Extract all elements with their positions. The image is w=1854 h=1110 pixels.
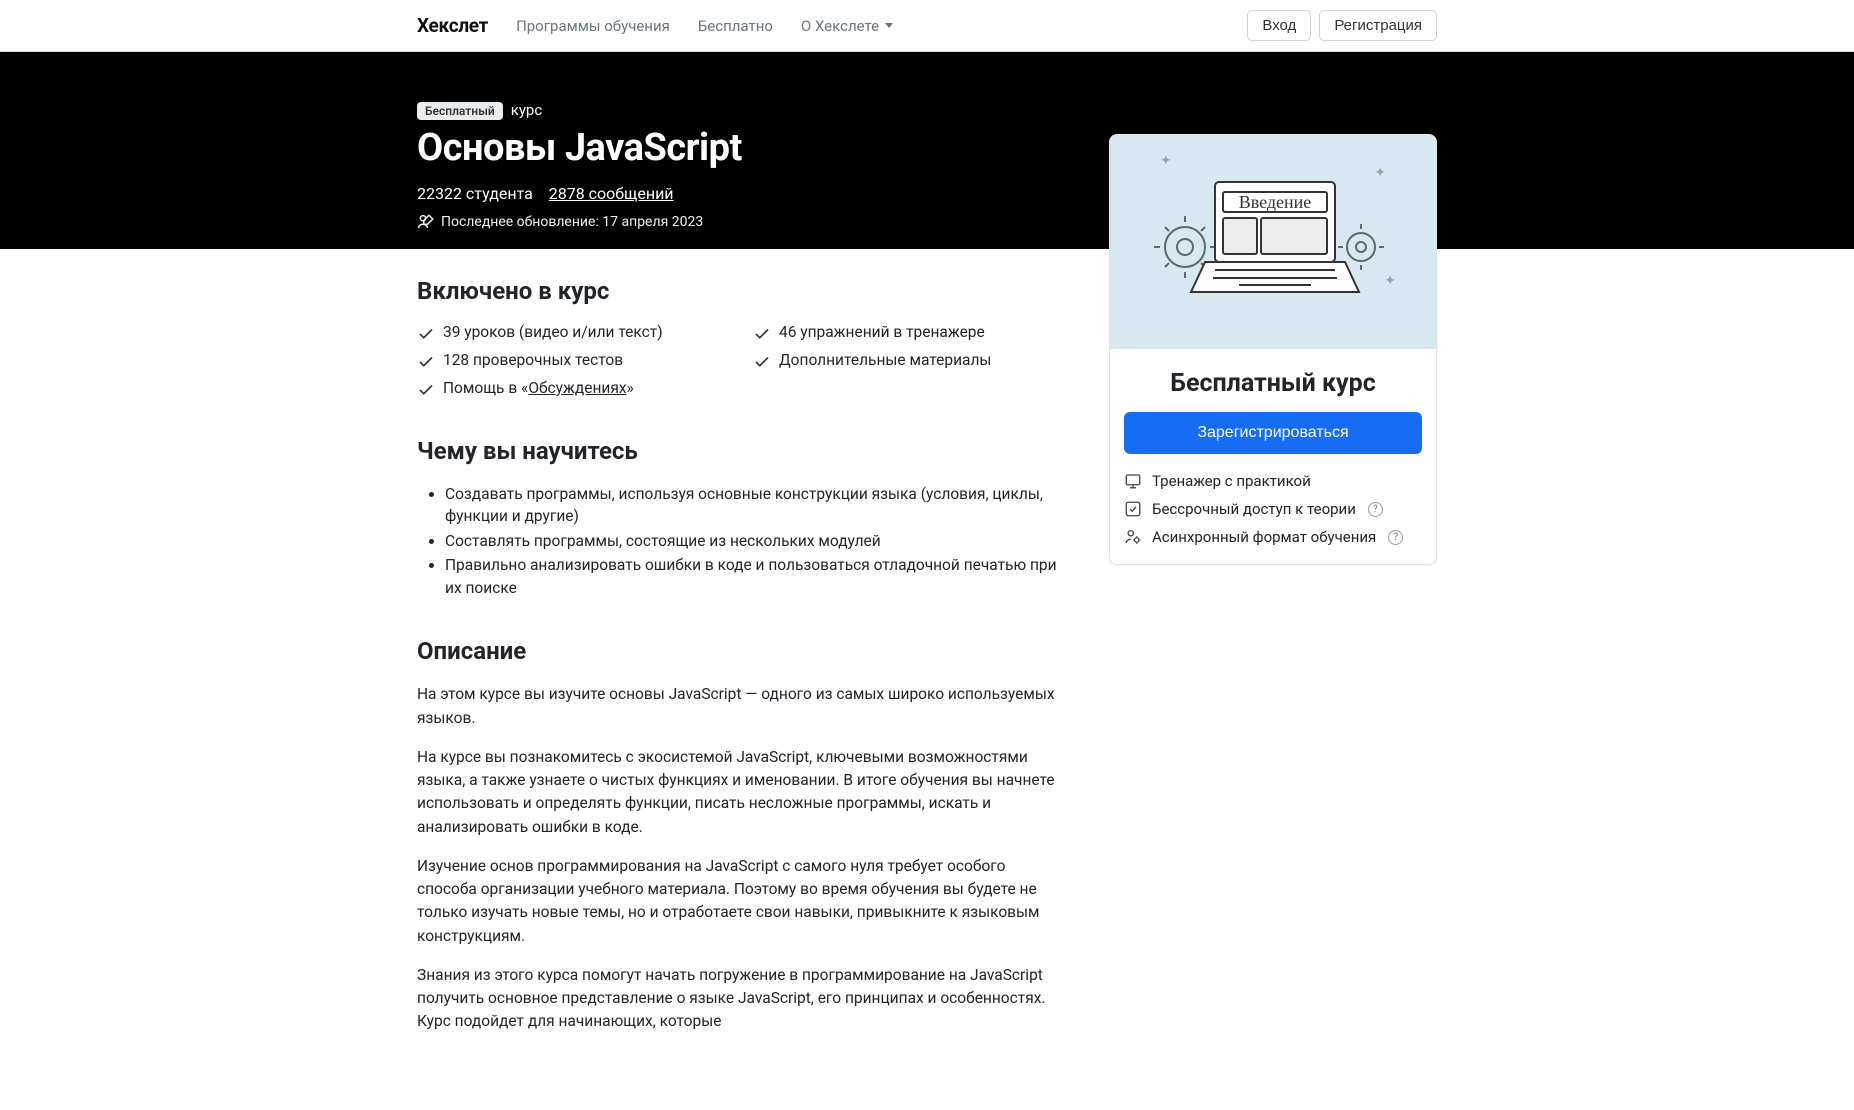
included-text: 128 проверочных тестов [443, 351, 623, 369]
nav-link-free[interactable]: Бесплатно [698, 17, 773, 35]
included-item: 46 упражнений в тренажере [753, 323, 1069, 343]
learn-list: Создавать программы, используя основные … [417, 483, 1069, 599]
learn-item: Составлять программы, состоящие из неско… [445, 530, 1069, 552]
nav-link-about-label: О Хекслете [801, 17, 879, 35]
check-icon [753, 353, 771, 371]
description-paragraph: На этом курсе вы изучите основы JavaScri… [417, 683, 1069, 730]
description-paragraph: Знания из этого курса помогут начать пог… [417, 964, 1069, 1034]
check-icon [417, 325, 435, 343]
course-card: ✦ ✦ ✦ [1109, 134, 1437, 565]
feature-item: Бессрочный доступ к теории ? [1124, 500, 1422, 518]
logo[interactable]: Хекслет [417, 14, 488, 37]
illustration-label: Введение [1239, 192, 1312, 212]
signup-button[interactable]: Зарегистрироваться [1124, 412, 1422, 454]
check-icon [753, 325, 771, 343]
included-text: 46 упражнений в тренажере [779, 323, 985, 341]
included-text: » [627, 379, 634, 397]
laptop-illustration-icon: Введение [1143, 152, 1403, 332]
learn-item: Правильно анализировать ошибки в коде и … [445, 554, 1069, 599]
login-button[interactable]: Вход [1247, 10, 1311, 41]
info-icon[interactable]: ? [1388, 530, 1403, 545]
included-item: 128 проверочных тестов [417, 351, 733, 371]
feature-item: Тренажер с практикой [1124, 472, 1422, 490]
included-text: Дополнительные материалы [779, 351, 991, 369]
included-text: Помощь в « [443, 379, 528, 397]
card-title: Бесплатный курс [1124, 369, 1422, 398]
included-grid: 39 уроков (видео и/или текст) 128 провер… [417, 323, 1069, 399]
hero: Бесплатный курс Основы JavaScript 22322 … [0, 52, 1854, 249]
hero-type: курс [511, 101, 542, 119]
monitor-icon [1124, 472, 1142, 490]
messages-link[interactable]: 2878 сообщений [549, 184, 674, 203]
feature-text: Тренажер с практикой [1152, 472, 1311, 490]
check-icon [417, 381, 435, 399]
discussions-link[interactable]: Обсуждениях [528, 379, 626, 397]
check-icon [417, 353, 435, 371]
register-button[interactable]: Регистрация [1319, 10, 1437, 41]
sidebar: ✦ ✦ ✦ [1109, 134, 1437, 565]
person-gear-icon [1124, 528, 1142, 546]
feature-text: Асинхронный формат обучения [1152, 528, 1376, 546]
included-item: Помощь в «Обсуждениях» [417, 379, 733, 399]
description-paragraph: Изучение основ программирования на JavaS… [417, 855, 1069, 948]
chevron-down-icon [885, 23, 893, 28]
person-edit-icon [417, 213, 435, 231]
included-item: 39 уроков (видео и/или текст) [417, 323, 733, 343]
included-text: 39 уроков (видео и/или текст) [443, 323, 663, 341]
nav-link-programs[interactable]: Программы обучения [516, 17, 670, 35]
description-paragraph: На курсе вы познакомитесь с экосистемой … [417, 746, 1069, 839]
section-title-included: Включено в курс [417, 277, 1069, 305]
section-title-description: Описание [417, 637, 1069, 665]
last-updated: Последнее обновление: 17 апреля 2023 [441, 214, 703, 230]
feature-item: Асинхронный формат обучения ? [1124, 528, 1422, 546]
topbar: Хекслет Программы обучения Бесплатно О Х… [0, 0, 1854, 52]
check-square-icon [1124, 500, 1142, 518]
feature-text: Бессрочный доступ к теории [1152, 500, 1356, 518]
section-title-learn: Чему вы научитесь [417, 437, 1069, 465]
info-icon[interactable]: ? [1368, 502, 1383, 517]
description: На этом курсе вы изучите основы JavaScri… [417, 683, 1069, 1033]
students-count: 22322 студента [417, 184, 533, 203]
badge-free: Бесплатный [417, 102, 503, 120]
learn-item: Создавать программы, используя основные … [445, 483, 1069, 528]
nav-link-about[interactable]: О Хекслете [801, 17, 893, 35]
course-illustration: ✦ ✦ ✦ [1110, 135, 1436, 349]
included-item: Дополнительные материалы [753, 351, 1069, 371]
